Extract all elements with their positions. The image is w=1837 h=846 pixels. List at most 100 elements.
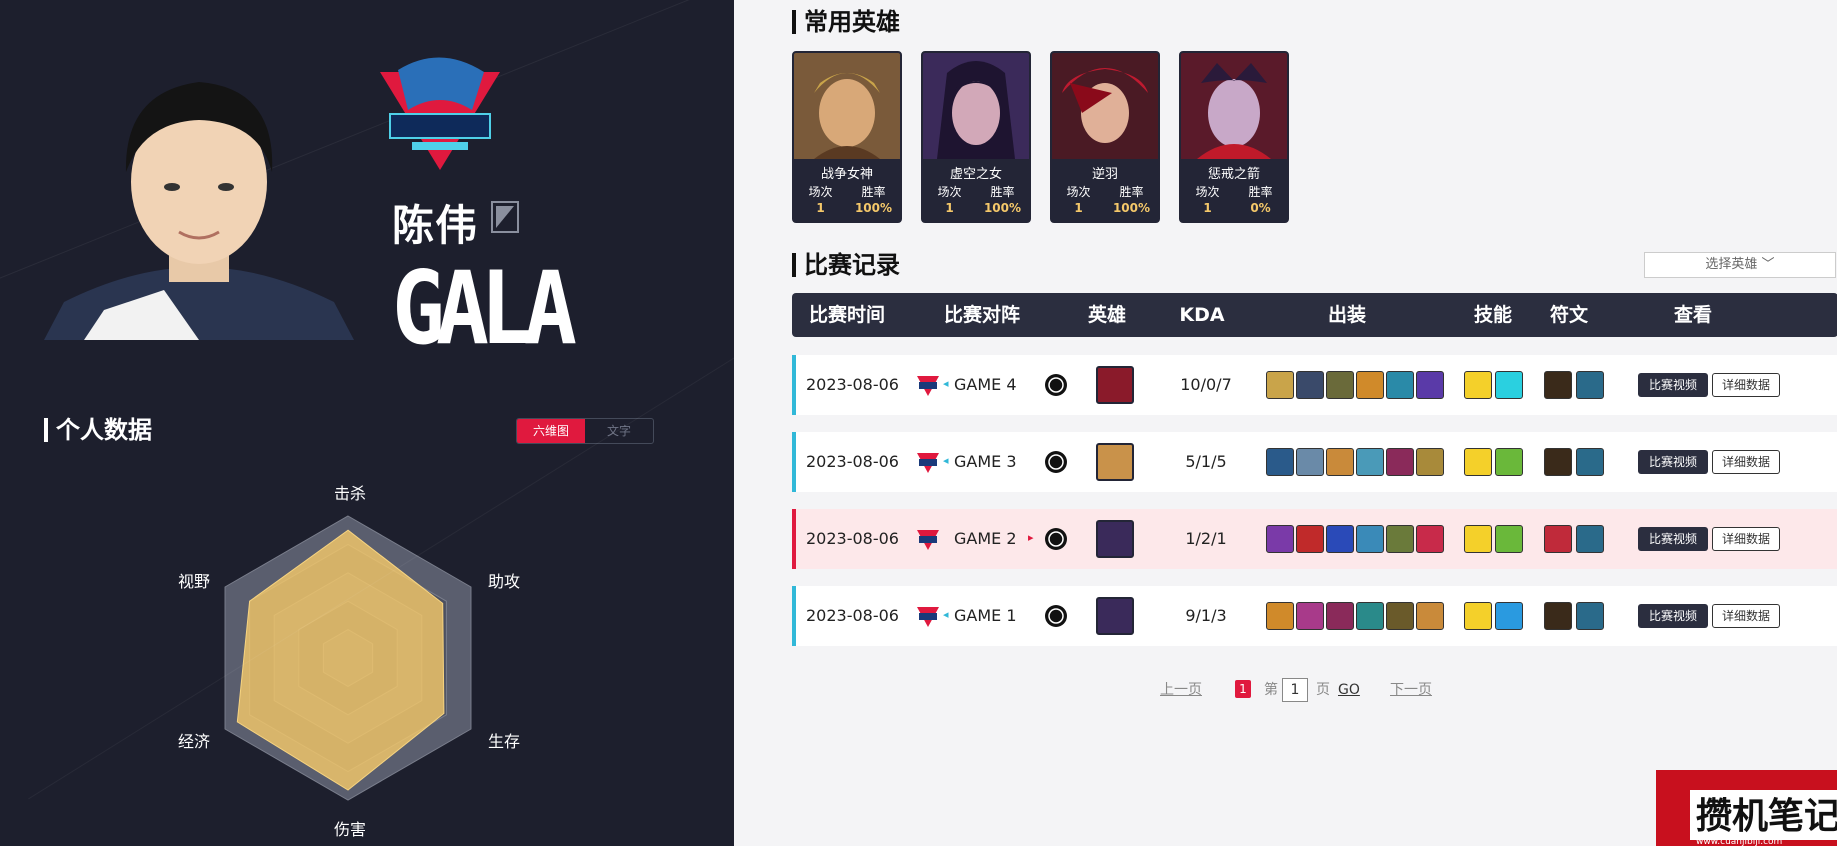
skill-icon[interactable] xyxy=(1464,602,1492,630)
item-icon[interactable] xyxy=(1326,448,1354,476)
item-icon[interactable] xyxy=(1266,448,1294,476)
summoner-skills xyxy=(1464,525,1523,553)
item-icon[interactable] xyxy=(1296,448,1324,476)
lng-team-icon xyxy=(917,376,939,396)
match-hero-icon[interactable] xyxy=(1096,366,1134,404)
watermark-url: www.cuanjibiji.com xyxy=(1696,837,1782,846)
radar-label-economy: 经济 xyxy=(178,732,211,751)
item-icon[interactable] xyxy=(1356,448,1384,476)
match-detail-button[interactable]: 详细数据 xyxy=(1712,527,1780,551)
item-icon[interactable] xyxy=(1416,602,1444,630)
th-view: 查看 xyxy=(1673,304,1712,326)
match-detail-button[interactable]: 详细数据 xyxy=(1712,450,1780,474)
item-icon[interactable] xyxy=(1386,525,1414,553)
prev-page-link[interactable]: 上一页 xyxy=(1160,678,1202,702)
match-kda: 10/0/7 xyxy=(1180,375,1232,394)
rune-icon[interactable] xyxy=(1576,371,1604,399)
skill-icon[interactable] xyxy=(1464,371,1492,399)
item-icon[interactable] xyxy=(1386,371,1414,399)
games-label: 场次 xyxy=(1195,185,1220,199)
runes xyxy=(1544,448,1604,476)
hero-portrait xyxy=(1052,53,1158,159)
match-kda: 1/2/1 xyxy=(1185,529,1227,548)
item-icon[interactable] xyxy=(1416,525,1444,553)
item-icon[interactable] xyxy=(1386,602,1414,630)
match-date: 2023-08-06 xyxy=(806,529,899,548)
match-video-button[interactable]: 比赛视频 xyxy=(1638,527,1708,551)
win-indicator-icon: ◂ xyxy=(943,377,949,390)
rune-icon[interactable] xyxy=(1544,525,1572,553)
item-icon[interactable] xyxy=(1356,371,1384,399)
personal-data-title: 个人数据 xyxy=(44,418,152,442)
toggle-radar[interactable]: 六维图 xyxy=(517,419,585,443)
winrate-value: 100% xyxy=(854,201,893,215)
match-records-title: 比赛记录 xyxy=(792,253,900,277)
hero-name: 惩戒之箭 xyxy=(1207,167,1260,182)
rune-icon[interactable] xyxy=(1544,448,1572,476)
radar-label-vision: 视野 xyxy=(178,572,211,591)
skill-icon[interactable] xyxy=(1495,525,1523,553)
item-icon[interactable] xyxy=(1326,525,1354,553)
match-hero-icon[interactable] xyxy=(1096,520,1134,558)
item-icon[interactable] xyxy=(1326,371,1354,399)
win-indicator-icon: ◂ xyxy=(943,608,949,621)
item-icon[interactable] xyxy=(1266,371,1294,399)
current-page-badge[interactable]: 1 xyxy=(1235,680,1251,698)
skill-icon[interactable] xyxy=(1495,371,1523,399)
go-button[interactable]: GO xyxy=(1338,678,1360,702)
match-detail-button[interactable]: 详细数据 xyxy=(1712,604,1780,628)
adc-position-icon xyxy=(491,201,519,233)
hero-card[interactable]: 惩戒之箭 场次 1 胜率 0% xyxy=(1179,51,1289,223)
match-video-button[interactable]: 比赛视频 xyxy=(1638,604,1708,628)
opponent-team-icon xyxy=(1045,374,1067,396)
page-input[interactable]: 1 xyxy=(1282,678,1308,702)
match-hero-icon[interactable] xyxy=(1096,597,1134,635)
item-icon[interactable] xyxy=(1266,525,1294,553)
match-kda: 9/1/3 xyxy=(1185,606,1227,625)
summoner-skills xyxy=(1464,448,1523,476)
hero-card[interactable]: 逆羽 场次 1 胜率 100% xyxy=(1050,51,1160,223)
toggle-text[interactable]: 文字 xyxy=(585,419,653,443)
skill-icon[interactable] xyxy=(1495,448,1523,476)
hero-name: 虚空之女 xyxy=(949,167,1002,182)
match-video-button[interactable]: 比赛视频 xyxy=(1638,450,1708,474)
match-hero-icon[interactable] xyxy=(1096,443,1134,481)
item-icon[interactable] xyxy=(1296,525,1324,553)
winrate-value: 100% xyxy=(983,201,1022,215)
game-number: GAME 1 xyxy=(954,606,1017,625)
hero-portrait xyxy=(1181,53,1287,159)
hero-portrait xyxy=(794,53,900,159)
hero-portrait xyxy=(923,53,1029,159)
rune-icon[interactable] xyxy=(1576,448,1604,476)
item-icon[interactable] xyxy=(1416,448,1444,476)
hero-card[interactable]: 战争女神 场次 1 胜率 100% xyxy=(792,51,902,223)
match-row: 2023-08-06 ◂ GAME 4 10/0/7 比赛视频 详细数据 xyxy=(792,355,1837,415)
match-detail-button[interactable]: 详细数据 xyxy=(1712,373,1780,397)
skill-icon[interactable] xyxy=(1464,448,1492,476)
item-icon[interactable] xyxy=(1386,448,1414,476)
next-page-link[interactable]: 下一页 xyxy=(1390,678,1432,702)
item-icon[interactable] xyxy=(1416,371,1444,399)
match-row: 2023-08-06 ◂ GAME 1 9/1/3 比赛视频 详细数据 xyxy=(792,586,1837,646)
item-icon[interactable] xyxy=(1356,525,1384,553)
skill-icon[interactable] xyxy=(1464,525,1492,553)
summoner-skills xyxy=(1464,371,1523,399)
th-matchup: 比赛对阵 xyxy=(943,304,1020,326)
rune-icon[interactable] xyxy=(1576,602,1604,630)
hero-select-dropdown[interactable]: 选择英雄 ﹀ xyxy=(1644,252,1836,278)
match-date: 2023-08-06 xyxy=(806,452,899,471)
item-icon[interactable] xyxy=(1356,602,1384,630)
rune-icon[interactable] xyxy=(1544,602,1572,630)
match-video-button[interactable]: 比赛视频 xyxy=(1638,373,1708,397)
rune-icon[interactable] xyxy=(1544,371,1572,399)
item-icon[interactable] xyxy=(1296,602,1324,630)
hero-card[interactable]: 虚空之女 场次 1 胜率 100% xyxy=(921,51,1031,223)
game-number: GAME 4 xyxy=(954,375,1017,394)
games-label: 场次 xyxy=(1066,185,1091,199)
skill-icon[interactable] xyxy=(1495,602,1523,630)
rune-icon[interactable] xyxy=(1576,525,1604,553)
item-icon[interactable] xyxy=(1266,602,1294,630)
item-icon[interactable] xyxy=(1296,371,1324,399)
item-icon[interactable] xyxy=(1326,602,1354,630)
lng-team-icon xyxy=(917,453,939,473)
